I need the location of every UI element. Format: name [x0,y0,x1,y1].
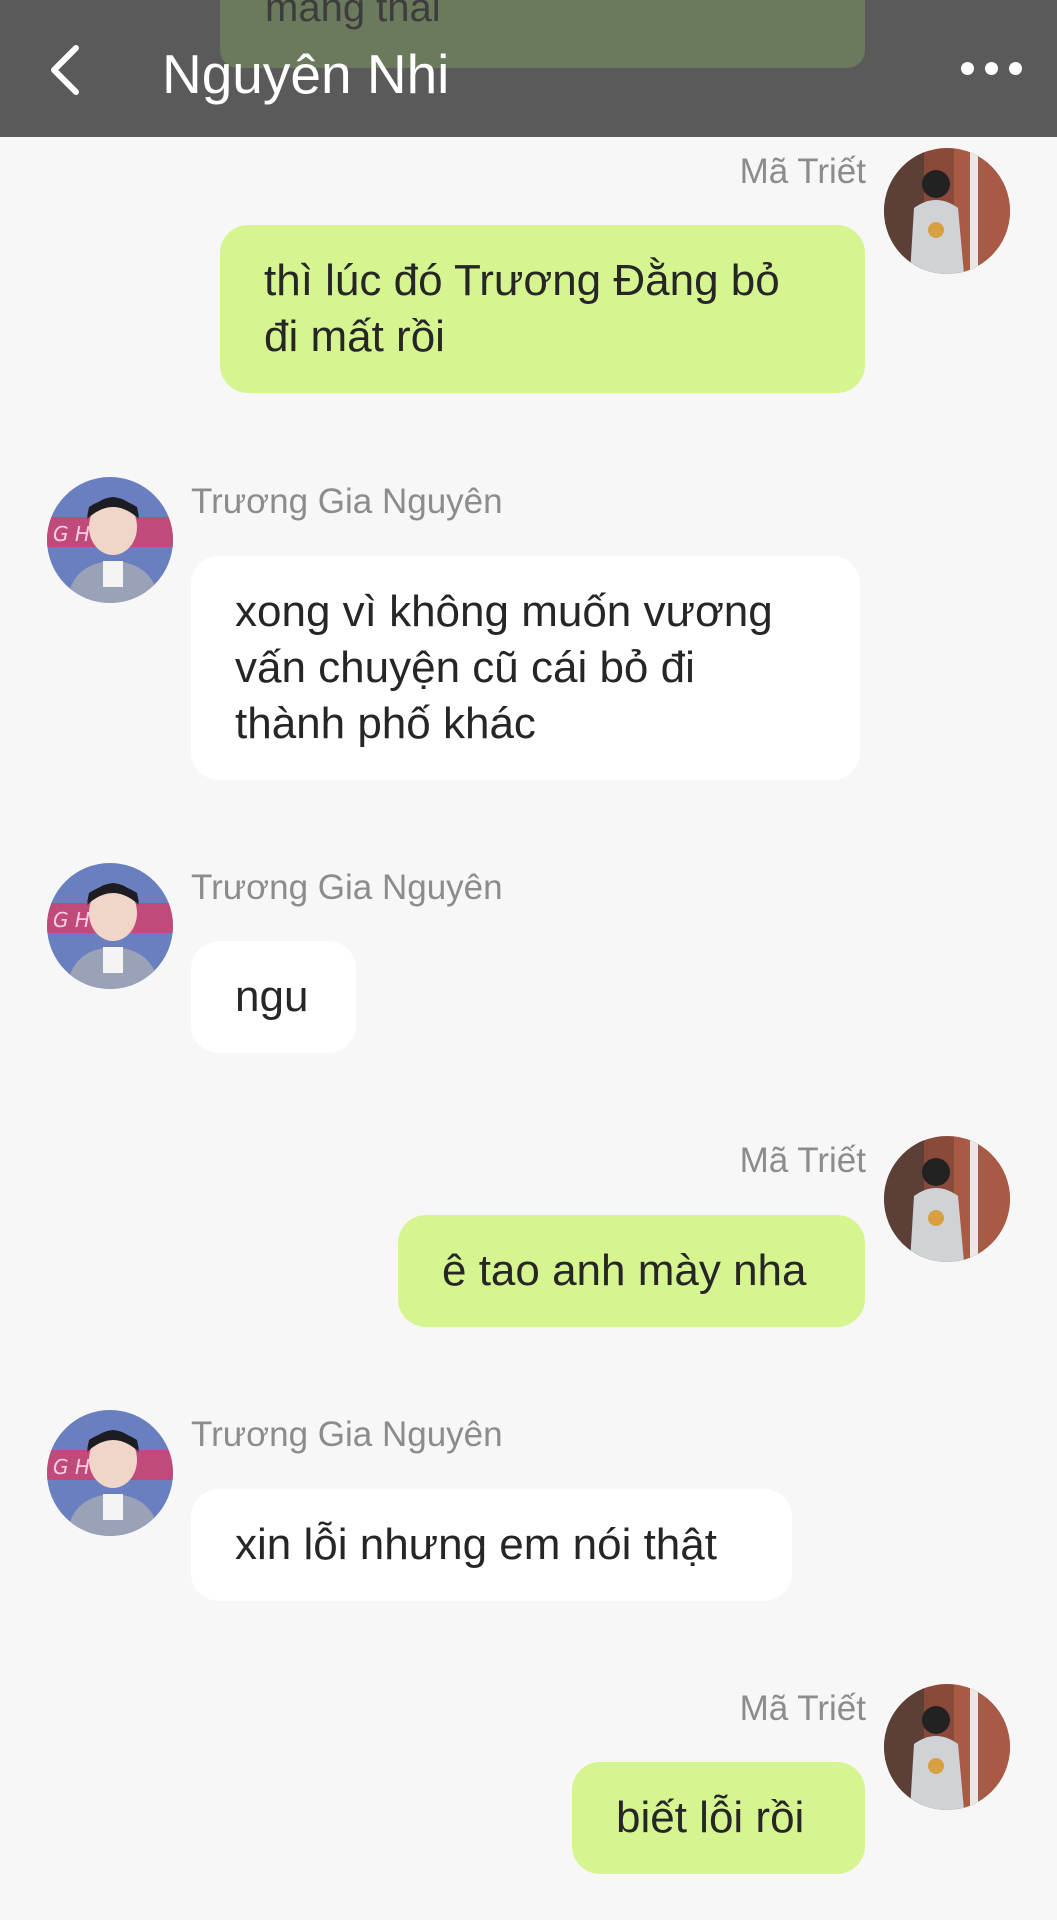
chat-title: Nguyên Nhi [162,43,450,105]
sender-name: Mã Triết [739,152,866,191]
avatar-truong-gia-nguyen[interactable] [47,863,173,989]
avatar-ma-triet[interactable] [884,1684,1010,1810]
sender-name: Trương Gia Nguyên [191,482,503,521]
avatar-truong-gia-nguyen[interactable] [47,477,173,603]
chevron-left-icon [51,45,79,95]
sender-name: Trương Gia Nguyên [191,868,503,907]
message-bubble-outgoing[interactable]: thì lúc đó Trương Đằng bỏ đi mất rồi [220,225,865,393]
back-button[interactable] [42,40,92,100]
more-options-button[interactable] [955,50,1027,86]
message-bubble-incoming[interactable]: ngu [191,941,356,1053]
avatar-ma-triet[interactable] [884,148,1010,274]
avatar-ma-triet[interactable] [884,1136,1010,1262]
message-bubble-outgoing[interactable]: biết lỗi rồi [572,1762,865,1874]
sender-name: Trương Gia Nguyên [191,1415,503,1454]
previous-message-peek-text: mang thai [265,0,441,30]
avatar-truong-gia-nguyen[interactable] [47,1410,173,1536]
message-bubble-incoming[interactable]: xin lỗi nhưng em nói thật [191,1489,792,1601]
message-bubble-outgoing[interactable]: ê tao anh mày nha [398,1215,865,1327]
sender-name: Mã Triết [739,1689,866,1728]
message-bubble-incoming[interactable]: xong vì không muốn vương vấn chuyện cũ c… [191,556,860,780]
sender-name: Mã Triết [739,1141,866,1180]
chat-header: mang thai Nguyên Nhi [0,0,1057,137]
